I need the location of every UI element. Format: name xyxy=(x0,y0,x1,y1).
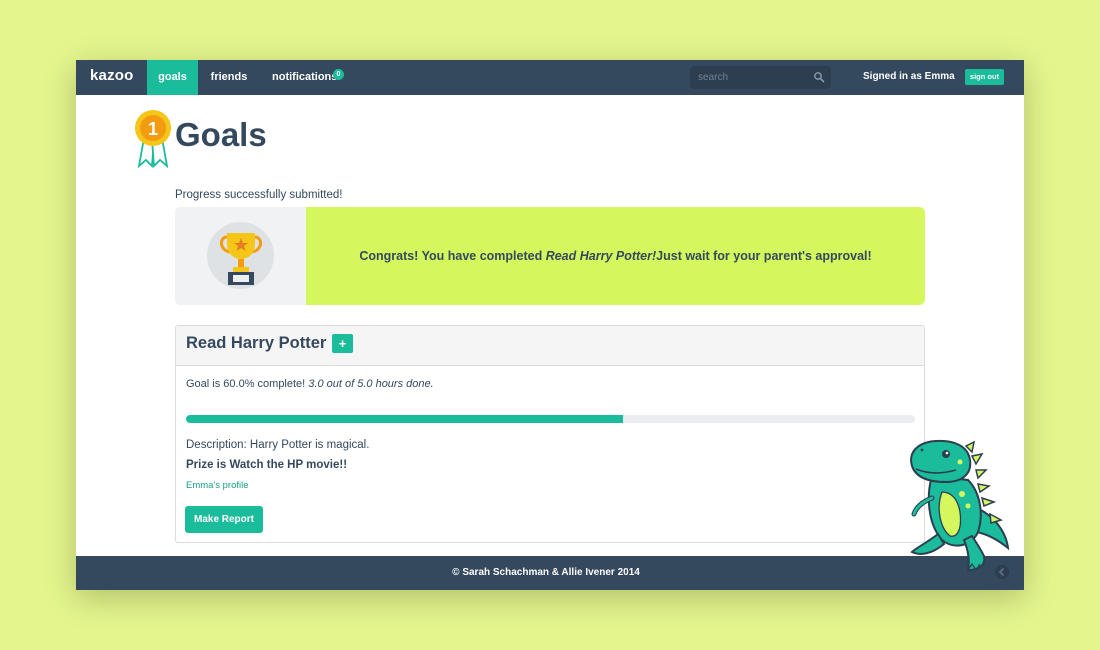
goal-progress-fill xyxy=(186,415,624,423)
congrats-prefix: Congrats! You have completed xyxy=(359,249,546,263)
medal-icon: 1 xyxy=(135,110,171,168)
congrats-goal-name: Read Harry Potter! xyxy=(545,249,657,263)
dinosaur-mascot xyxy=(910,439,1010,572)
sign-out-button[interactable]: sign out xyxy=(965,69,1004,85)
app-window: kazoo goals friends notifications 0 Sign… xyxy=(76,60,1024,590)
notification-count-badge: 0 xyxy=(333,69,344,80)
goal-panel-header: Read Harry Potter + xyxy=(176,326,924,366)
search-input[interactable] xyxy=(690,66,831,89)
make-report-button[interactable]: Make Report xyxy=(185,506,263,533)
nav-notifications[interactable]: notifications xyxy=(272,60,337,95)
brand-logo[interactable]: kazoo xyxy=(90,67,134,84)
nav-goals[interactable]: goals xyxy=(147,60,198,95)
goal-completion-prefix: Goal is 60.0% complete! xyxy=(186,378,309,390)
signed-in-label: Signed in as Emma xyxy=(863,71,955,82)
goal-hours-detail: 3.0 out of 5.0 hours done. xyxy=(308,378,434,390)
nav-friends[interactable]: friends xyxy=(206,60,252,95)
page-title: Goals xyxy=(175,116,267,153)
status-message: Progress successfully submitted! xyxy=(175,189,343,201)
goal-progress-bar xyxy=(186,415,915,423)
search-icon[interactable] xyxy=(813,71,825,83)
trophy-panel xyxy=(175,207,306,305)
medal-number: 1 xyxy=(148,119,158,139)
congrats-banner: Congrats! You have completed Read Harry … xyxy=(175,207,925,305)
goal-panel: Read Harry Potter + Goal is 60.0% comple… xyxy=(175,325,925,543)
trophy-icon xyxy=(220,233,262,285)
goal-prize: Prize is Watch the HP movie!! xyxy=(186,459,348,471)
navbar: kazoo goals friends notifications 0 Sign… xyxy=(76,60,1024,95)
goal-title: Read Harry Potter xyxy=(186,334,327,352)
add-progress-button[interactable]: + xyxy=(332,334,353,353)
footer: © Sarah Schachman & Allie Ivener 2014 xyxy=(76,556,1024,590)
profile-link[interactable]: Emma's profile xyxy=(186,480,249,491)
congrats-message: Congrats! You have completed Read Harry … xyxy=(306,207,925,305)
footer-copyright: © Sarah Schachman & Allie Ivener 2014 xyxy=(452,567,640,578)
goal-description: Description: Harry Potter is magical. xyxy=(186,439,370,451)
goal-completion-text: Goal is 60.0% complete! 3.0 out of 5.0 h… xyxy=(186,378,434,390)
congrats-suffix: Just wait for your parent's approval! xyxy=(656,249,872,263)
